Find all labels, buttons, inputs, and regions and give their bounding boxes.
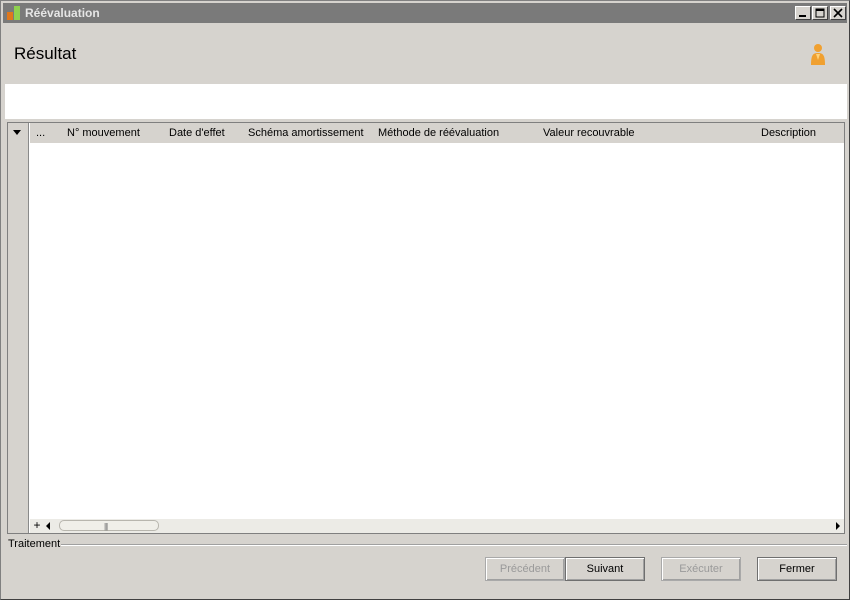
- minimize-icon: [799, 15, 806, 17]
- column-header-depreciation-scheme[interactable]: Schéma amortissement: [248, 127, 364, 139]
- user-icon[interactable]: [809, 43, 827, 67]
- page-header: Résultat: [3, 23, 847, 83]
- close-window-button[interactable]: [830, 6, 846, 20]
- title-bar[interactable]: Réévaluation: [3, 3, 847, 23]
- column-header-movement-number[interactable]: N° mouvement: [67, 127, 140, 139]
- column-header-description[interactable]: Description: [761, 127, 816, 139]
- grid-column-header: ... N° mouvement Date d'effet Schéma amo…: [30, 123, 844, 143]
- scrollbar-thumb[interactable]: |||: [59, 520, 159, 531]
- maximize-button[interactable]: [812, 6, 828, 20]
- grip-icon: |||: [104, 522, 108, 531]
- processing-group-label: Traitement: [8, 538, 61, 550]
- close-button[interactable]: Fermer: [757, 557, 837, 581]
- minimize-button[interactable]: [795, 6, 811, 20]
- scroll-left-icon[interactable]: [45, 522, 51, 530]
- column-header-more[interactable]: ...: [36, 127, 45, 139]
- window-title: Réévaluation: [25, 6, 100, 20]
- maximize-icon: [815, 8, 825, 18]
- column-header-revaluation-method[interactable]: Méthode de réévaluation: [378, 127, 499, 139]
- previous-button[interactable]: Précédent: [485, 557, 565, 581]
- filter-panel: [5, 84, 847, 119]
- group-divider: [61, 544, 847, 546]
- column-header-recoverable-value[interactable]: Valeur recouvrable: [543, 127, 635, 139]
- page-title: Résultat: [14, 44, 77, 63]
- next-button[interactable]: Suivant: [565, 557, 645, 581]
- add-row-button[interactable]: +: [30, 519, 44, 533]
- dropdown-arrow-icon[interactable]: [13, 129, 23, 137]
- column-header-effective-date[interactable]: Date d'effet: [169, 127, 225, 139]
- close-icon: [833, 8, 843, 18]
- app-icon: [7, 6, 20, 20]
- horizontal-scrollbar[interactable]: + |||: [30, 519, 844, 533]
- reevaluation-window: Réévaluation Résultat ... N° mouvement D…: [0, 0, 850, 600]
- scroll-right-icon[interactable]: [835, 522, 841, 530]
- execute-button[interactable]: Exécuter: [661, 557, 741, 581]
- results-grid[interactable]: ... N° mouvement Date d'effet Schéma amo…: [7, 122, 845, 534]
- row-selector-column: [8, 123, 29, 533]
